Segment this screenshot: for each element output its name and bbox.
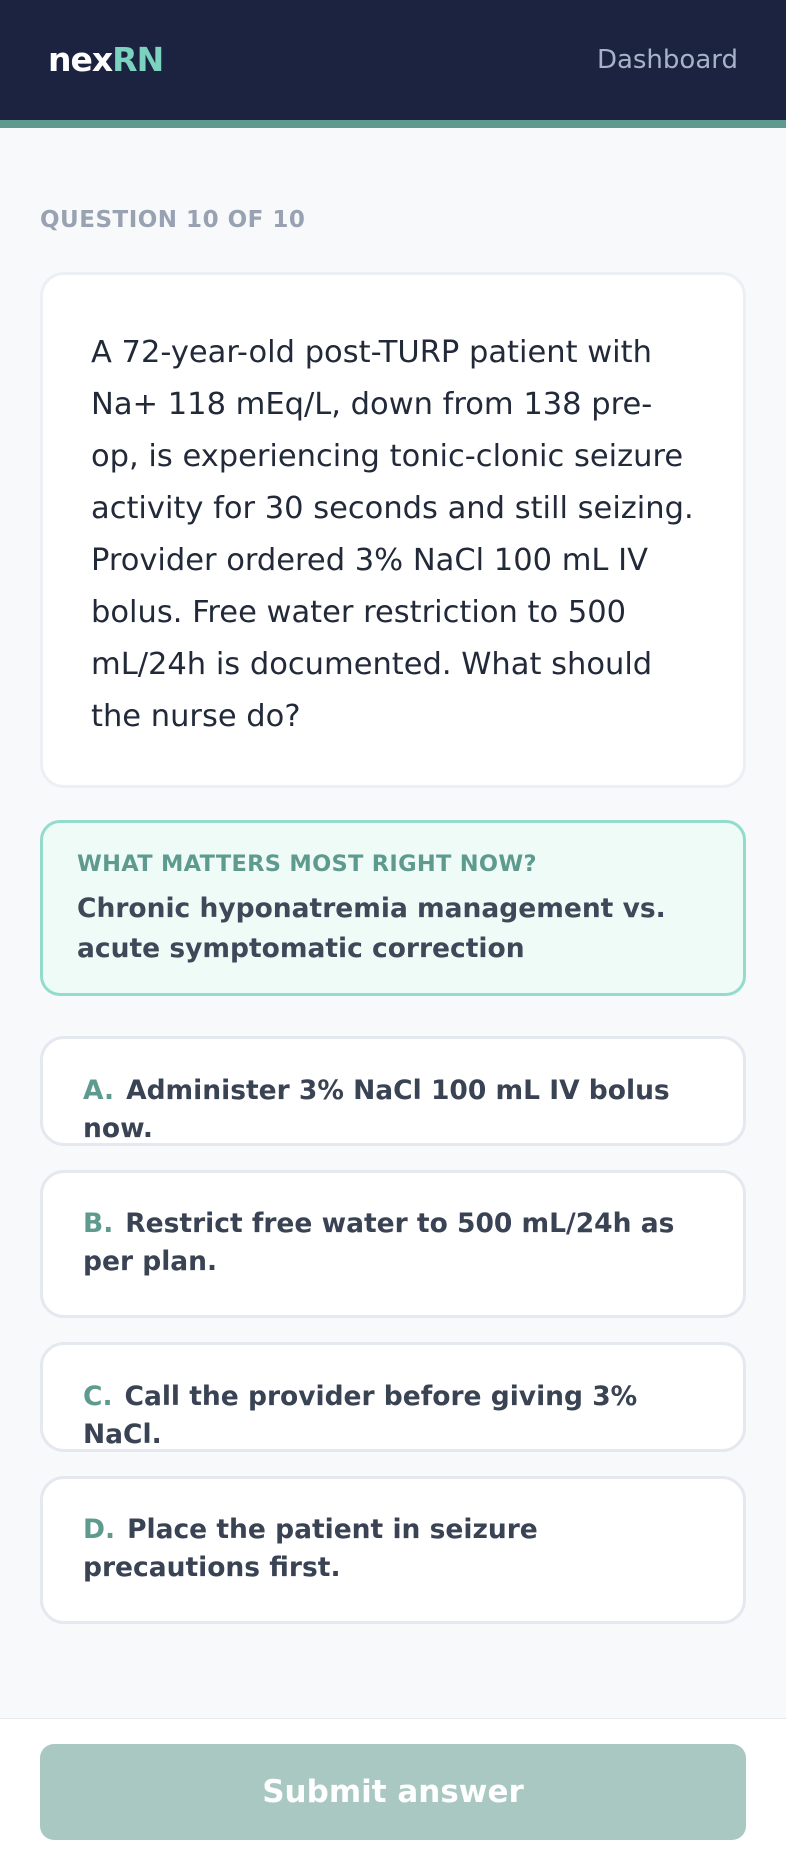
option-content: A. Administer 3% NaCl 100 mL IV bolus now… bbox=[83, 1039, 705, 1148]
question-card: A 72-year-old post-TURP patient with Na+… bbox=[40, 272, 746, 788]
option-content: D. Place the patient in seizure precautio… bbox=[83, 1479, 705, 1587]
submit-answer-button[interactable]: Submit answer bbox=[40, 1744, 746, 1840]
app-logo[interactable]: nexRN bbox=[48, 40, 164, 80]
answer-option-d[interactable]: D. Place the patient in seizure precautio… bbox=[40, 1476, 746, 1624]
answer-option-b[interactable]: B. Restrict free water to 500 mL/24h as p… bbox=[40, 1170, 746, 1318]
option-letter: B. bbox=[83, 1208, 114, 1239]
option-letter: D. bbox=[83, 1514, 116, 1545]
hint-title: WHAT MATTERS MOST RIGHT NOW? bbox=[77, 851, 537, 877]
logo-text-nex: nex bbox=[48, 40, 113, 79]
answer-option-a[interactable]: A. Administer 3% NaCl 100 mL IV bolus now… bbox=[40, 1036, 746, 1146]
dashboard-link[interactable]: Dashboard bbox=[597, 44, 738, 76]
footer-bar: Submit answer bbox=[0, 1718, 786, 1865]
option-text: Place the patient in seizure precautions… bbox=[83, 1514, 538, 1583]
option-text: Administer 3% NaCl 100 mL IV bolus now. bbox=[83, 1075, 670, 1144]
option-letter: C. bbox=[83, 1381, 113, 1412]
option-text: Restrict free water to 500 mL/24h as per… bbox=[83, 1208, 675, 1277]
question-progress: QUESTION 10 OF 10 bbox=[40, 207, 306, 233]
top-nav-bar: nexRN Dashboard bbox=[0, 0, 786, 128]
option-letter: A. bbox=[83, 1075, 115, 1106]
option-content: B. Restrict free water to 500 mL/24h as p… bbox=[83, 1173, 705, 1281]
logo-text-rn: RN bbox=[112, 40, 164, 79]
question-text: A 72-year-old post-TURP patient with Na+… bbox=[91, 335, 694, 734]
priority-hint-card: WHAT MATTERS MOST RIGHT NOW? Chronic hyp… bbox=[40, 820, 746, 996]
option-text: Call the provider before giving 3% NaCl. bbox=[83, 1381, 638, 1450]
hint-text: Chronic hyponatremia management vs. acut… bbox=[77, 893, 666, 964]
answer-option-c[interactable]: C. Call the provider before giving 3% NaC… bbox=[40, 1342, 746, 1452]
option-content: C. Call the provider before giving 3% NaC… bbox=[83, 1345, 705, 1454]
